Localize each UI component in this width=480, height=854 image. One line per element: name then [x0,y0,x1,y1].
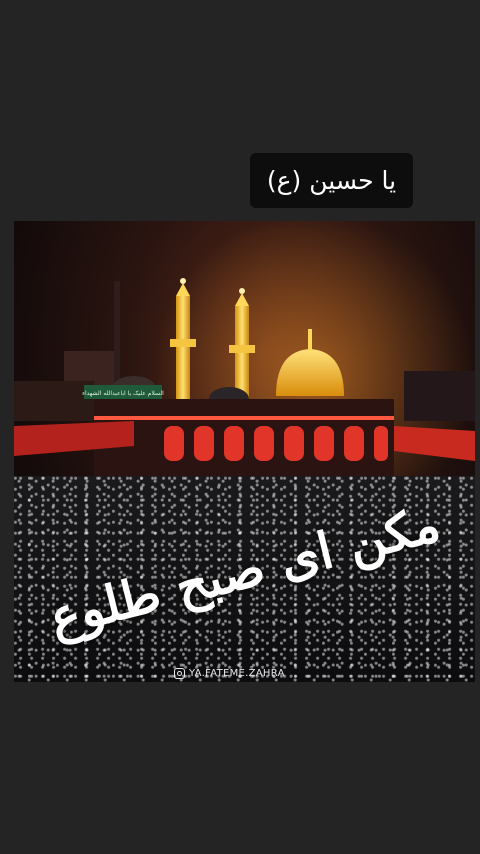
banner-text: السلام علیک یا اباعبدالله الشهداء [82,390,164,397]
shrine-photo: السلام علیک یا اباعبدالله الشهداء مکن ای… [14,221,475,682]
watermark: YA.FATEME.ZAHRA [174,668,285,679]
story-caption: یا حسین (ع) [250,153,413,208]
caption-text: یا حسین (ع) [266,166,397,195]
watermark-text: YA.FATEME.ZAHRA [189,668,285,679]
instagram-icon [174,668,185,679]
